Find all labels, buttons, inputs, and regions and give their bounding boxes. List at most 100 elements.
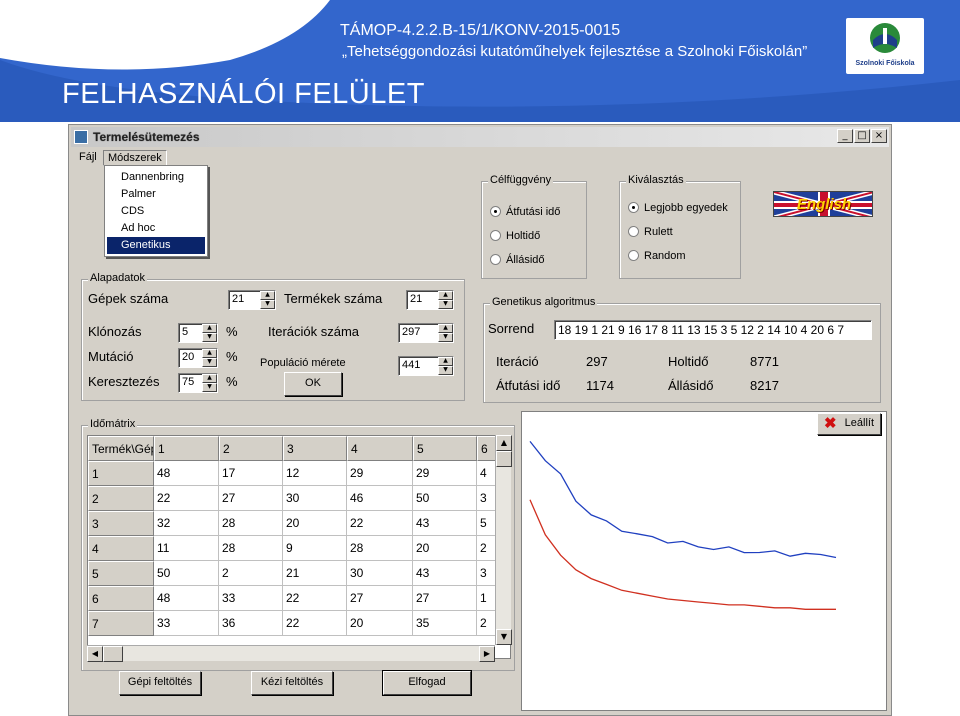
grid-cell[interactable]: 29 bbox=[347, 461, 413, 486]
grid-cell[interactable]: 43 bbox=[413, 561, 477, 586]
grid-cell[interactable]: 35 bbox=[413, 611, 477, 636]
grid-cell[interactable]: 43 bbox=[413, 511, 477, 536]
scroll-right-icon[interactable]: ▶ bbox=[479, 646, 495, 662]
grid-cell[interactable]: 28 bbox=[347, 536, 413, 561]
spin-up-icon[interactable]: ▲ bbox=[202, 324, 217, 333]
time-matrix-grid[interactable]: Termék\Gép 1 2 3 4 5 6 1 48 17 12 29 29 4 2 22 27 30 46 50… bbox=[87, 435, 511, 659]
accept-button[interactable]: Elfogad bbox=[382, 670, 472, 696]
grid-cell[interactable]: 11 bbox=[154, 536, 219, 561]
grid-horizontal-scrollbar[interactable]: ◀ ▶ bbox=[87, 645, 495, 662]
mutation-stepper[interactable]: 20 ▲ ▼ bbox=[178, 348, 218, 368]
spin-up-icon[interactable]: ▲ bbox=[438, 357, 453, 366]
grid-cell[interactable]: 27 bbox=[347, 586, 413, 611]
method-cds[interactable]: CDS bbox=[107, 203, 205, 220]
spin-down-icon[interactable]: ▼ bbox=[260, 300, 275, 309]
machine-fill-button[interactable]: Gépi feltöltés bbox=[119, 671, 201, 695]
spin-down-icon[interactable]: ▼ bbox=[438, 300, 453, 309]
spin-up-icon[interactable]: ▲ bbox=[202, 349, 217, 358]
grid-cell[interactable]: 29 bbox=[413, 461, 477, 486]
grid-cell[interactable]: 32 bbox=[154, 511, 219, 536]
maximize-button[interactable]: □ bbox=[854, 129, 870, 143]
scroll-down-icon[interactable]: ▼ bbox=[496, 629, 512, 645]
crossover-stepper[interactable]: 75 ▲ ▼ bbox=[178, 373, 218, 393]
manual-fill-button[interactable]: Kézi feltöltés bbox=[251, 671, 333, 695]
logo-caption: Szolnoki Főiskola bbox=[855, 60, 915, 67]
iterations-stepper[interactable]: 297 ▲ ▼ bbox=[398, 323, 454, 343]
order-field[interactable]: 18 19 1 21 9 16 17 8 11 13 15 3 5 12 2 1… bbox=[554, 320, 872, 340]
time-matrix-label: Időmátrix bbox=[88, 418, 138, 430]
objective-downtime-radio[interactable]: Állásidő bbox=[490, 254, 545, 266]
menu-methods[interactable]: Módszerek bbox=[103, 150, 167, 166]
spin-up-icon[interactable]: ▲ bbox=[202, 374, 217, 383]
objective-makespan-radio[interactable]: Átfutási idő bbox=[490, 206, 560, 218]
grid-cell[interactable]: 21 bbox=[283, 561, 347, 586]
grid-cell[interactable]: 50 bbox=[154, 561, 219, 586]
method-dannenbring[interactable]: Dannenbring bbox=[107, 169, 205, 186]
grid-row-header: 1 bbox=[88, 461, 154, 486]
grid-cell[interactable]: 12 bbox=[283, 461, 347, 486]
grid-cell[interactable]: 20 bbox=[347, 611, 413, 636]
spin-down-icon[interactable]: ▼ bbox=[438, 366, 453, 375]
english-language-button[interactable]: English bbox=[773, 191, 873, 217]
grid-cell[interactable]: 33 bbox=[219, 586, 283, 611]
grid-cell[interactable]: 27 bbox=[413, 586, 477, 611]
ok-button[interactable]: OK bbox=[284, 372, 342, 396]
spin-up-icon[interactable]: ▲ bbox=[438, 291, 453, 300]
population-stepper[interactable]: 441 ▲ ▼ bbox=[398, 356, 454, 376]
method-palmer[interactable]: Palmer bbox=[107, 186, 205, 203]
grid-cell[interactable]: 28 bbox=[219, 511, 283, 536]
menu-file[interactable]: Fájl bbox=[75, 150, 101, 164]
grid-cell[interactable]: 20 bbox=[413, 536, 477, 561]
selection-roulette-radio[interactable]: Rulett bbox=[628, 226, 673, 238]
grid-cell[interactable]: 22 bbox=[283, 611, 347, 636]
spin-down-icon[interactable]: ▼ bbox=[202, 383, 217, 392]
products-stepper[interactable]: 21 ▲ ▼ bbox=[406, 290, 454, 310]
method-ad-hoc[interactable]: Ad hoc bbox=[107, 220, 205, 237]
spin-down-icon[interactable]: ▼ bbox=[202, 358, 217, 367]
hscroll-thumb[interactable] bbox=[103, 646, 123, 662]
grid-row-header: 7 bbox=[88, 611, 154, 636]
college-logo: Szolnoki Főiskola bbox=[846, 18, 924, 74]
window-titlebar[interactable]: Termelésütemezés _ □ × bbox=[71, 127, 889, 147]
objective-idle-radio[interactable]: Holtidő bbox=[490, 230, 540, 242]
stop-button[interactable]: ✖ Leállít bbox=[817, 413, 881, 435]
grid-cell[interactable]: 2 bbox=[219, 561, 283, 586]
methods-dropdown: Dannenbring Palmer CDS Ad hoc Genetikus bbox=[104, 165, 208, 257]
spin-down-icon[interactable]: ▼ bbox=[202, 333, 217, 342]
grid-cell[interactable]: 17 bbox=[219, 461, 283, 486]
method-genetic[interactable]: Genetikus bbox=[107, 237, 205, 254]
grid-cell[interactable]: 22 bbox=[154, 486, 219, 511]
machines-stepper[interactable]: 21 ▲ ▼ bbox=[228, 290, 276, 310]
spin-down-icon[interactable]: ▼ bbox=[438, 333, 453, 342]
selection-best-radio[interactable]: Legjobb egyedek bbox=[628, 202, 728, 214]
grid-cell[interactable]: 50 bbox=[413, 486, 477, 511]
grid-cell[interactable]: 33 bbox=[154, 611, 219, 636]
cloning-percent: % bbox=[226, 324, 238, 339]
grid-cell[interactable]: 48 bbox=[154, 586, 219, 611]
grid-cell[interactable]: 30 bbox=[347, 561, 413, 586]
grid-cell[interactable]: 9 bbox=[283, 536, 347, 561]
grid-cell[interactable]: 48 bbox=[154, 461, 219, 486]
grid-cell[interactable]: 27 bbox=[219, 486, 283, 511]
grid-cell[interactable]: 28 bbox=[219, 536, 283, 561]
cloning-stepper[interactable]: 5 ▲ ▼ bbox=[178, 323, 218, 343]
selection-random-radio[interactable]: Random bbox=[628, 250, 686, 262]
grid-cell[interactable]: 30 bbox=[283, 486, 347, 511]
grid-cell[interactable]: 22 bbox=[347, 511, 413, 536]
scroll-left-icon[interactable]: ◀ bbox=[87, 646, 103, 662]
grid-corner-header: Termék\Gép bbox=[88, 436, 154, 461]
grid-vertical-scrollbar[interactable]: ▲ ▼ bbox=[495, 435, 512, 645]
spin-up-icon[interactable]: ▲ bbox=[260, 291, 275, 300]
spin-up-icon[interactable]: ▲ bbox=[438, 324, 453, 333]
scroll-up-icon[interactable]: ▲ bbox=[496, 435, 512, 451]
grid-cell[interactable]: 20 bbox=[283, 511, 347, 536]
grid-cell[interactable]: 46 bbox=[347, 486, 413, 511]
grid-cell[interactable]: 22 bbox=[283, 586, 347, 611]
minimize-button[interactable]: _ bbox=[837, 129, 853, 143]
window-title: Termelésütemezés bbox=[93, 130, 200, 144]
stop-label: Leállít bbox=[844, 417, 874, 429]
grid-cell[interactable]: 36 bbox=[219, 611, 283, 636]
grid-row-header: 6 bbox=[88, 586, 154, 611]
close-button[interactable]: × bbox=[871, 129, 887, 143]
scroll-thumb[interactable] bbox=[496, 451, 512, 467]
